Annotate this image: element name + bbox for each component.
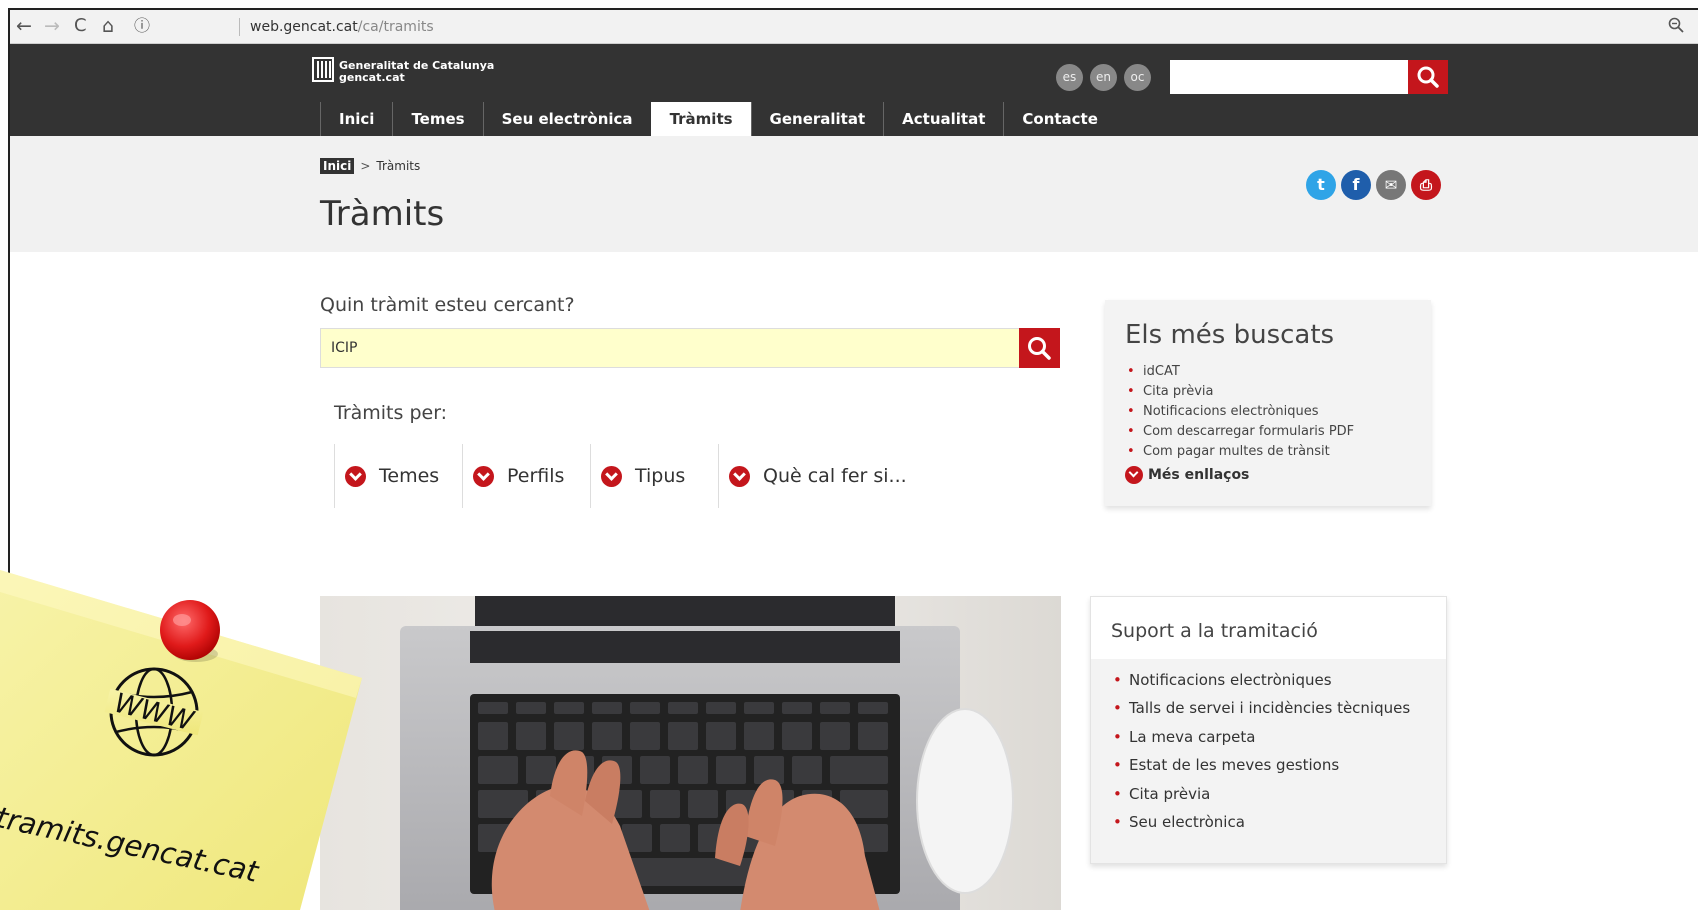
address-bar[interactable]: web.gencat.cat/ca/tramits bbox=[250, 19, 434, 35]
support-title: Suport a la tramitació bbox=[1111, 620, 1318, 642]
header-search-button[interactable] bbox=[1408, 60, 1448, 94]
most-searched-panel: Els més buscats idCAT Cita prèvia Notifi… bbox=[1105, 300, 1431, 506]
facebook-icon[interactable]: f bbox=[1341, 170, 1371, 200]
url-divider bbox=[239, 18, 240, 36]
support-link[interactable]: Cita prèvia bbox=[1113, 785, 1210, 803]
chevron-down-icon bbox=[729, 465, 750, 487]
chevron-down-icon bbox=[1125, 466, 1143, 484]
tramit-search-input[interactable] bbox=[320, 328, 1020, 368]
lang-en[interactable]: en bbox=[1090, 64, 1117, 91]
more-links-button[interactable]: Més enllaços bbox=[1125, 466, 1249, 484]
nav-generalitat[interactable]: Generalitat bbox=[750, 102, 884, 136]
zoom-icon[interactable] bbox=[1668, 17, 1684, 37]
chevron-down-icon bbox=[473, 465, 494, 487]
breadcrumb-separator: > bbox=[360, 159, 371, 173]
nav-contacte[interactable]: Contacte bbox=[1003, 102, 1116, 136]
filter-label: Què cal fer si... bbox=[763, 465, 907, 487]
url-host: web.gencat.cat bbox=[250, 19, 358, 35]
most-searched-link[interactable]: Cita prèvia bbox=[1127, 384, 1214, 399]
most-searched-link[interactable]: Com pagar multes de trànsit bbox=[1127, 444, 1330, 459]
nav-inici[interactable]: Inici bbox=[320, 102, 392, 136]
search-icon bbox=[1028, 337, 1051, 360]
breadcrumb: Inici > Tràmits bbox=[320, 158, 421, 174]
support-link[interactable]: La meva carpeta bbox=[1113, 728, 1255, 746]
nav-tramits[interactable]: Tràmits bbox=[650, 102, 751, 136]
browser-toolbar: ← → C ⌂ ⓘ web.gencat.cat/ca/tramits bbox=[10, 10, 1698, 44]
page-title: Tràmits bbox=[320, 194, 445, 234]
chevron-down-icon bbox=[345, 465, 366, 487]
most-searched-link[interactable]: Notificacions electròniques bbox=[1127, 404, 1318, 419]
support-link[interactable]: Talls de servei i incidències tècniques bbox=[1113, 699, 1410, 717]
support-link[interactable]: Notificacions electròniques bbox=[1113, 671, 1331, 689]
nav-actualitat[interactable]: Actualitat bbox=[883, 102, 1003, 136]
laptop-hands-photo bbox=[320, 596, 1061, 910]
filter-perfils[interactable]: Perfils bbox=[462, 444, 564, 508]
search-label: Quin tràmit esteu cercant? bbox=[320, 294, 575, 316]
info-icon[interactable]: ⓘ bbox=[134, 16, 150, 36]
filter-label: Temes bbox=[379, 465, 440, 487]
lang-es[interactable]: es bbox=[1056, 64, 1083, 91]
search-icon bbox=[1417, 66, 1439, 88]
main-nav: Inici Temes Seu electrònica Tràmits Gene… bbox=[320, 102, 1116, 136]
print-icon[interactable]: ⎙ bbox=[1411, 170, 1441, 200]
most-searched-link[interactable]: Com descarregar formularis PDF bbox=[1127, 424, 1354, 439]
filter-label: Tipus bbox=[635, 465, 686, 487]
breadcrumb-current: Tràmits bbox=[376, 159, 421, 173]
generalitat-logo-icon bbox=[312, 57, 334, 82]
twitter-icon[interactable]: t bbox=[1306, 170, 1336, 200]
nav-seu-electronica[interactable]: Seu electrònica bbox=[482, 102, 651, 136]
title-band: Inici > Tràmits Tràmits t f ✉ ⎙ bbox=[10, 136, 1698, 252]
filters-label: Tràmits per: bbox=[334, 402, 448, 424]
filter-label: Perfils bbox=[507, 465, 565, 487]
forward-icon[interactable]: → bbox=[44, 16, 60, 36]
email-icon[interactable]: ✉ bbox=[1376, 170, 1406, 200]
filter-que-cal-fer-si[interactable]: Què cal fer si... bbox=[718, 444, 907, 508]
support-link[interactable]: Estat de les meves gestions bbox=[1113, 756, 1339, 774]
support-list: Notificacions electròniques Talls de ser… bbox=[1091, 659, 1446, 863]
reload-icon[interactable]: C bbox=[74, 16, 87, 36]
logo-subtitle: gencat.cat bbox=[339, 71, 405, 84]
home-icon[interactable]: ⌂ bbox=[102, 16, 114, 36]
most-searched-title: Els més buscats bbox=[1125, 320, 1335, 350]
chevron-down-icon bbox=[601, 465, 622, 487]
back-icon[interactable]: ← bbox=[16, 16, 32, 36]
support-panel: Suport a la tramitació Notificacions ele… bbox=[1090, 596, 1447, 864]
tramit-search-button[interactable] bbox=[1019, 328, 1060, 368]
most-searched-link[interactable]: idCAT bbox=[1127, 364, 1180, 379]
filter-temes[interactable]: Temes bbox=[334, 444, 439, 508]
nav-temes[interactable]: Temes bbox=[392, 102, 482, 136]
header-search-input[interactable] bbox=[1170, 60, 1408, 94]
breadcrumb-home[interactable]: Inici bbox=[320, 158, 355, 174]
site-header: Generalitat de Catalunya gencat.cat es e… bbox=[10, 44, 1698, 136]
url-path: /ca/tramits bbox=[357, 19, 434, 35]
more-links-label: Més enllaços bbox=[1148, 467, 1250, 483]
filter-tipus[interactable]: Tipus bbox=[590, 444, 685, 508]
lang-oc[interactable]: oc bbox=[1124, 64, 1151, 91]
support-link[interactable]: Seu electrònica bbox=[1113, 813, 1245, 831]
